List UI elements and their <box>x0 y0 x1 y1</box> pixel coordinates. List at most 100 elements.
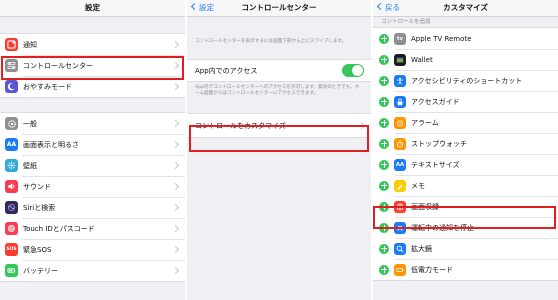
chevron-right-icon <box>171 224 180 233</box>
sound-icon <box>5 180 18 193</box>
settings-item-label: サウンド <box>23 182 51 191</box>
settings-item-general[interactable]: 一般 <box>0 113 185 134</box>
highlight-box <box>1 56 184 80</box>
add-icon[interactable] <box>379 159 389 170</box>
highlight-box <box>189 125 369 152</box>
chevron-right-icon <box>171 245 180 254</box>
apple-tv-icon: tv <box>394 32 406 45</box>
settings-item-label: Siriと検索 <box>23 203 56 212</box>
add-control-row[interactable]: アクセスガイド <box>373 91 558 112</box>
add-control-row[interactable]: tv Apple TV Remote <box>373 28 558 49</box>
settings-item-label: 一般 <box>23 119 37 128</box>
low-power-icon <box>394 263 406 276</box>
notification-icon <box>5 38 18 51</box>
chevron-right-icon <box>171 119 180 128</box>
gear-icon <box>5 117 18 130</box>
settings-item-notifications[interactable]: 通知 <box>0 34 185 55</box>
control-label: アラーム <box>411 118 439 127</box>
control-center-intro: コントロールセンターを表示するには画面下部から上にスワイプします。 <box>195 39 347 44</box>
settings-item-label: Touch IDとパスコード <box>23 224 95 233</box>
highlight-box <box>373 206 556 229</box>
display-icon: AA <box>5 138 18 151</box>
access-within-apps-row: App内でのアクセス <box>187 60 371 81</box>
settings-item-siri[interactable]: Siriと検索 <box>0 197 185 218</box>
control-label: テキストサイズ <box>411 160 460 169</box>
wallet-icon <box>394 53 406 66</box>
control-label: 低電力モード <box>411 265 453 274</box>
add-control-row[interactable]: アクセシビリティのショートカット <box>373 70 558 91</box>
customize-navbar: 戻る カスタマイズ <box>373 0 558 17</box>
add-control-row[interactable]: 低電力モード <box>373 259 558 280</box>
add-control-row[interactable]: AA テキストサイズ <box>373 154 558 175</box>
chevron-right-icon <box>171 40 180 49</box>
settings-item-sounds[interactable]: サウンド <box>0 176 185 197</box>
control-center-navbar: 設定 コントロールセンター <box>187 0 371 17</box>
apple-tv-icon-glyph: tv <box>396 35 404 42</box>
add-icon[interactable] <box>379 117 389 128</box>
add-icon[interactable] <box>379 180 389 191</box>
settings-panel: 設定 通知 コントロールセンター おやすみモード 一般 AA 画面表示と明るさ … <box>0 0 185 300</box>
wallpaper-icon <box>5 159 18 172</box>
access-within-apps-label: App内でのアクセス <box>195 66 258 75</box>
settings-item-touch-id[interactable]: Touch IDとパスコード <box>0 218 185 239</box>
toggle-description: App内でコントロールセンターへのアクセスを許可します。無効のときでも、ホーム画… <box>195 85 360 96</box>
page-title: コントロールセンター <box>241 3 317 12</box>
page-title: カスタマイズ <box>443 3 488 12</box>
add-control-row[interactable]: ストップウォッチ <box>373 133 558 154</box>
control-label: アクセシビリティのショートカット <box>411 76 523 85</box>
add-icon[interactable] <box>379 138 389 149</box>
add-icon[interactable] <box>379 54 389 65</box>
settings-item-battery[interactable]: バッテリー <box>0 260 185 281</box>
add-icon[interactable] <box>379 33 389 44</box>
add-icon[interactable] <box>379 96 389 107</box>
add-control-row[interactable]: アラーム <box>373 112 558 133</box>
chevron-right-icon <box>171 203 180 212</box>
settings-item-emergency-sos[interactable]: SOS 緊急SOS <box>0 239 185 260</box>
settings-navbar: 設定 <box>0 0 185 17</box>
notes-icon <box>394 179 406 192</box>
settings-item-label: 緊急SOS <box>23 245 52 254</box>
settings-group-2: 一般 AA 画面表示と明るさ 壁紙 サウンド Siriと検索 Touch IDと… <box>0 112 185 282</box>
siri-icon <box>5 201 18 214</box>
add-control-row[interactable]: Wallet <box>373 49 558 70</box>
settings-item-wallpaper[interactable]: 壁紙 <box>0 155 185 176</box>
moon-icon <box>5 80 18 93</box>
control-label: アクセスガイド <box>411 97 460 106</box>
control-label: メモ <box>411 181 425 190</box>
section-header: コントロールを追加 <box>381 19 431 25</box>
control-label: Wallet <box>411 55 433 64</box>
control-center-panel: 設定 コントロールセンター コントロールセンターを表示するには画面下部から上にス… <box>187 0 371 300</box>
fingerprint-icon <box>5 222 18 235</box>
add-controls-list: tv Apple TV Remote Wallet アクセシビリティのショートカ… <box>373 27 558 281</box>
add-icon[interactable] <box>379 243 389 254</box>
battery-icon <box>5 264 18 277</box>
settings-item-label: バッテリー <box>23 266 58 275</box>
accessibility-icon <box>394 74 406 87</box>
text-size-icon: AA <box>394 158 406 171</box>
control-label: Apple TV Remote <box>411 34 472 43</box>
add-control-row[interactable]: 拡大鏡 <box>373 238 558 259</box>
alarm-icon <box>394 116 406 129</box>
add-control-row[interactable]: メモ <box>373 175 558 196</box>
chevron-right-icon <box>171 140 180 149</box>
text-size-icon-glyph: AA <box>395 161 405 168</box>
settings-item-label: おやすみモード <box>23 82 72 91</box>
chevron-right-icon <box>171 82 180 91</box>
settings-item-display[interactable]: AA 画面表示と明るさ <box>0 134 185 155</box>
control-label: 拡大鏡 <box>411 244 432 253</box>
add-icon[interactable] <box>379 75 389 86</box>
add-icon[interactable] <box>379 264 389 275</box>
lock-icon <box>394 95 406 108</box>
settings-item-label: 通知 <box>23 40 37 49</box>
settings-item-label: 画面表示と明るさ <box>23 140 79 149</box>
stopwatch-icon <box>394 137 406 150</box>
control-label: ストップウォッチ <box>411 139 467 148</box>
settings-item-label: 壁紙 <box>23 161 37 170</box>
chevron-right-icon <box>171 182 180 191</box>
chevron-right-icon <box>171 161 180 170</box>
display-icon-glyph: AA <box>6 141 17 148</box>
magnifier-icon <box>394 242 406 255</box>
chevron-right-icon <box>171 266 180 275</box>
toggle-group: App内でのアクセス <box>187 59 371 82</box>
access-within-apps-toggle[interactable] <box>342 64 364 77</box>
